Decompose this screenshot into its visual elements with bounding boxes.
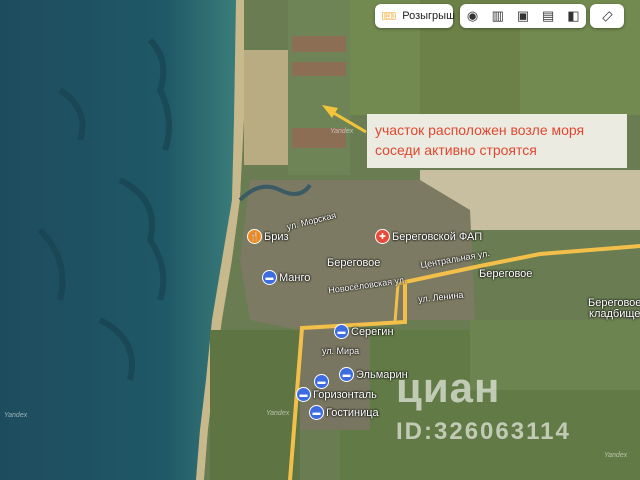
poi-gostinitsa-label: Гостиница: [326, 406, 379, 419]
panorama-icon[interactable]: ◉: [462, 5, 484, 27]
ticket-icon: 🎟: [381, 9, 397, 23]
hotel-icon: ▬: [340, 368, 353, 381]
raffle-button[interactable]: 🎟 Розыгрыш: [375, 4, 455, 28]
yandex-watermark: Yandex: [4, 412, 28, 419]
annotation-line-1: участок расположен возле моря: [375, 122, 585, 138]
poi-fap-label: Береговской ФАП: [392, 230, 483, 243]
annotation-callout: участок расположен возле моря соседи акт…: [367, 114, 627, 168]
poi-gorizontal-label: Горизонталь: [313, 388, 377, 401]
atlas-icon[interactable]: ▥: [487, 5, 509, 27]
field: [292, 36, 346, 52]
map-layers-toolbar: ◉ ▥ ▣ ▤ ◧: [460, 4, 586, 28]
yandex-watermark: Yandex: [604, 452, 628, 459]
restaurant-icon: 🍴: [248, 230, 261, 243]
yandex-watermark: Yandex: [330, 128, 354, 135]
village-label: Береговое: [327, 257, 381, 269]
poi-mango[interactable]: ▬ Манго: [263, 271, 310, 284]
hotel-icon: ▬: [335, 325, 348, 338]
poi-gostinitsa[interactable]: ▬ Гостиница: [310, 406, 379, 419]
raffle-label: Розыгрыш: [402, 10, 455, 22]
field: [210, 330, 300, 480]
poi-briz-label: Бриз: [264, 230, 289, 243]
transit-icon[interactable]: ▤: [537, 5, 559, 27]
poi-seregin-label: Серегин: [351, 325, 394, 338]
satellite-map[interactable]: Береговое Береговое Береговое кладбище у…: [0, 0, 640, 480]
poi-hotel-unnamed[interactable]: ▬: [315, 375, 328, 388]
hotel-icon: ▬: [297, 388, 310, 401]
medical-icon: ✚: [376, 230, 389, 243]
village-east-label: Береговое: [479, 268, 533, 280]
yandex-watermark: Yandex: [266, 410, 290, 417]
field: [244, 50, 288, 165]
field: [288, 0, 350, 175]
ruler-button[interactable]: ▭: [590, 4, 624, 28]
hotel-icon: ▬: [315, 375, 328, 388]
poi-seregin[interactable]: ▬ Серегин: [335, 325, 394, 338]
photo-icon[interactable]: ▣: [512, 5, 534, 27]
street-label-mira: ул. Мира: [322, 346, 360, 356]
cemetery-label: Береговое кладбище: [588, 298, 640, 320]
cemetery-label-line2: кладбище: [589, 308, 640, 320]
hotel-icon: ▬: [263, 271, 276, 284]
poi-mango-label: Манго: [279, 271, 311, 284]
annotation-line-2: соседи активно строятся: [375, 142, 537, 158]
poi-fap[interactable]: ✚ Береговской ФАП: [376, 230, 482, 243]
sea-area: [0, 0, 236, 480]
cian-watermark-id: ID:326063114: [396, 418, 571, 445]
poi-gorizontal[interactable]: ▬ Горизонталь: [297, 388, 377, 401]
hotel-icon: ▬: [310, 406, 323, 419]
ruler-icon: ▭: [596, 6, 617, 26]
village-area: [240, 180, 475, 330]
layers-icon[interactable]: ◧: [562, 5, 584, 27]
cian-watermark-logo: циан: [396, 364, 501, 411]
field: [292, 62, 346, 76]
poi-briz[interactable]: 🍴 Бриз: [248, 230, 289, 243]
